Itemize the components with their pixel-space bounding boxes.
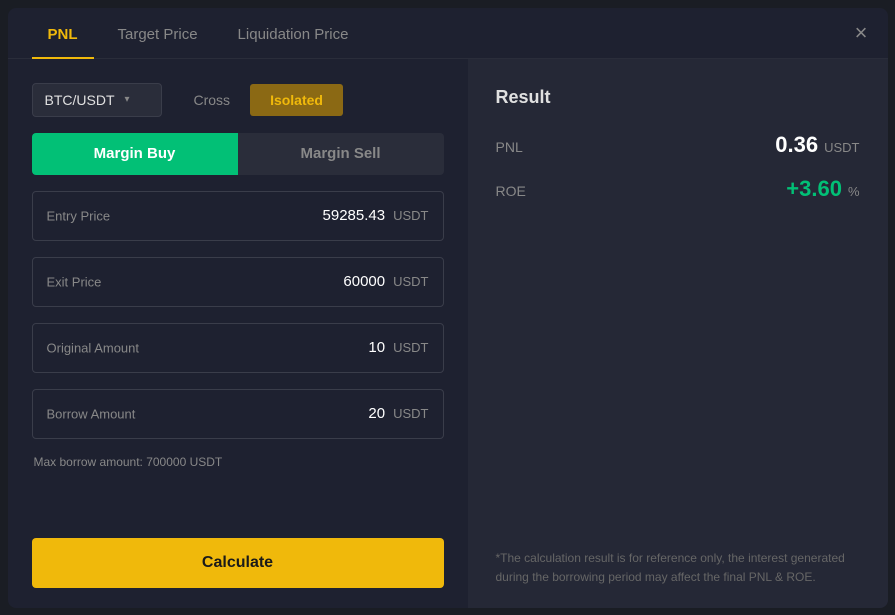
roe-result-row: ROE +3.60 % xyxy=(496,176,860,202)
tab-liquidation-price[interactable]: Liquidation Price xyxy=(222,8,365,59)
tab-target-price[interactable]: Target Price xyxy=(102,8,214,59)
right-panel: Result PNL 0.36 USDT ROE +3.60 % *The ca… xyxy=(468,59,888,608)
entry-price-input[interactable] xyxy=(265,207,385,224)
borrow-amount-label: Borrow Amount xyxy=(47,406,136,421)
disclaimer-text: *The calculation result is for reference… xyxy=(496,549,860,587)
tabs-header: PNL Target Price Liquidation Price × xyxy=(8,8,888,59)
borrow-amount-unit: USDT xyxy=(393,406,428,421)
exit-price-input[interactable] xyxy=(265,273,385,290)
margin-buy-button[interactable]: Margin Buy xyxy=(32,133,238,175)
roe-unit: % xyxy=(848,184,860,199)
original-amount-field[interactable]: Original Amount USDT xyxy=(32,323,444,373)
pnl-result-row: PNL 0.36 USDT xyxy=(496,132,860,158)
margin-sell-button[interactable]: Margin Sell xyxy=(238,133,444,175)
entry-price-unit: USDT xyxy=(393,208,428,223)
margin-type-group: Cross Isolated xyxy=(174,84,343,116)
original-amount-label: Original Amount xyxy=(47,340,140,355)
original-amount-input[interactable] xyxy=(265,339,385,356)
max-borrow-text: Max borrow amount: 700000 USDT xyxy=(32,455,444,469)
result-title: Result xyxy=(496,87,860,108)
exit-price-label: Exit Price xyxy=(47,274,102,289)
top-controls: BTC/USDT ▾ Cross Isolated xyxy=(32,83,444,117)
pnl-label: PNL xyxy=(496,139,523,155)
borrow-amount-input[interactable] xyxy=(265,405,385,422)
calculate-button[interactable]: Calculate xyxy=(32,538,444,588)
isolated-button[interactable]: Isolated xyxy=(250,84,343,116)
calculator-modal: PNL Target Price Liquidation Price × BTC… xyxy=(8,8,888,608)
entry-price-label: Entry Price xyxy=(47,208,111,223)
left-panel: BTC/USDT ▾ Cross Isolated Margin Buy Mar… xyxy=(8,59,468,608)
buysell-group: Margin Buy Margin Sell xyxy=(32,133,444,175)
original-amount-unit: USDT xyxy=(393,340,428,355)
exit-price-field[interactable]: Exit Price USDT xyxy=(32,257,444,307)
tab-pnl[interactable]: PNL xyxy=(32,8,94,59)
cross-button[interactable]: Cross xyxy=(174,84,251,116)
pnl-value: 0.36 xyxy=(775,132,818,158)
close-button[interactable]: × xyxy=(855,22,868,44)
pair-dropdown-icon: ▾ xyxy=(125,94,130,105)
entry-price-field[interactable]: Entry Price USDT xyxy=(32,191,444,241)
pair-selector[interactable]: BTC/USDT ▾ xyxy=(32,83,162,117)
pnl-unit: USDT xyxy=(824,140,859,155)
exit-price-unit: USDT xyxy=(393,274,428,289)
borrow-amount-field[interactable]: Borrow Amount USDT xyxy=(32,389,444,439)
roe-value: +3.60 xyxy=(786,176,842,202)
modal-body: BTC/USDT ▾ Cross Isolated Margin Buy Mar… xyxy=(8,59,888,608)
roe-label: ROE xyxy=(496,183,526,199)
